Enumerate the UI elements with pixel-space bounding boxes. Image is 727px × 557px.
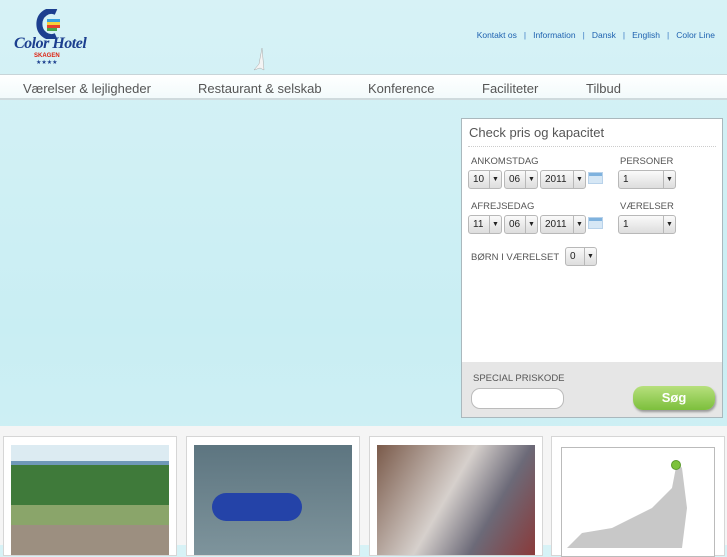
hotel-aerial-image	[11, 445, 169, 555]
map-jutland-icon	[567, 460, 687, 548]
arrival-day-value: 10	[473, 174, 485, 185]
feature-card-map[interactable]	[551, 436, 725, 557]
jetski-image	[194, 445, 352, 555]
jetski-shape	[212, 493, 302, 521]
persons-value: 1	[623, 174, 629, 185]
departure-label: AFREJSEDAG	[471, 201, 535, 212]
arrival-year-value: 2011	[545, 174, 567, 185]
nav-item-restaurant[interactable]: Restaurant & selskab	[198, 81, 322, 96]
arrival-month-value: 06	[509, 174, 521, 185]
link-information[interactable]: Information	[533, 30, 576, 40]
rooms-label: VÆRELSER	[620, 201, 674, 212]
departure-year-value: 2011	[545, 219, 567, 230]
promo-code-label: SPECIAL PRISKODE	[473, 373, 565, 384]
rooms-select[interactable]: 1 ▼	[618, 215, 676, 234]
chevron-down-icon: ▼	[573, 216, 585, 233]
chevron-down-icon: ▼	[489, 171, 501, 188]
chevron-down-icon: ▼	[525, 171, 537, 188]
search-button[interactable]: Søg	[633, 386, 715, 410]
top-links: Kontakt os | Information | Dansk | English |…	[476, 30, 715, 40]
chevron-down-icon: ▼	[663, 216, 675, 233]
nav-item-rooms[interactable]: Værelser & lejligheder	[23, 81, 151, 96]
departure-month-value: 06	[509, 219, 521, 230]
rooms-value: 1	[623, 219, 629, 230]
link-dansk[interactable]: Dansk	[592, 30, 616, 40]
chevron-down-icon: ▼	[573, 171, 585, 188]
promo-code-input[interactable]	[471, 388, 564, 409]
nav-item-offers[interactable]: Tilbud	[586, 81, 621, 96]
persons-label: PERSONER	[620, 156, 674, 167]
map-image	[561, 447, 715, 557]
calendar-icon[interactable]	[588, 217, 603, 229]
calendar-icon[interactable]	[588, 172, 603, 184]
link-english[interactable]: English	[632, 30, 660, 40]
main-nav: Værelser & lejligheder Restaurant & sels…	[0, 74, 727, 100]
chevron-down-icon: ▼	[525, 216, 537, 233]
logo-stars: ★★★★	[36, 60, 58, 66]
children-label: BØRN I VÆRELSET	[471, 252, 560, 263]
link-kontakt[interactable]: Kontakt os	[477, 30, 517, 40]
chevron-down-icon: ▼	[489, 216, 501, 233]
departure-day-value: 11	[473, 219, 484, 230]
chevron-down-icon: ▼	[584, 248, 596, 265]
seagull-image	[253, 47, 265, 71]
logo-text: Color Hotel	[14, 35, 87, 52]
chevron-down-icon: ▼	[663, 171, 675, 188]
departure-year-select[interactable]: 2011 ▼	[540, 215, 586, 234]
nav-item-conference[interactable]: Konference	[368, 81, 435, 96]
link-color-line[interactable]: Color Line	[676, 30, 715, 40]
feature-card-restaurant[interactable]	[369, 436, 543, 556]
arrival-day-select[interactable]: 10 ▼	[468, 170, 502, 189]
divider	[468, 146, 716, 147]
arrival-year-select[interactable]: 2011 ▼	[540, 170, 586, 189]
persons-select[interactable]: 1 ▼	[618, 170, 676, 189]
arrival-month-select[interactable]: 06 ▼	[504, 170, 538, 189]
departure-day-select[interactable]: 11 ▼	[468, 215, 502, 234]
nav-item-facilities[interactable]: Faciliteter	[482, 81, 538, 96]
booking-panel: Check pris og kapacitet ANKOMSTDAG 10 ▼ 0…	[461, 118, 723, 418]
booking-title: Check pris og kapacitet	[469, 125, 605, 140]
promo-section: SPECIAL PRISKODE Søg	[462, 362, 722, 417]
arrival-label: ANKOMSTDAG	[471, 156, 539, 167]
feature-card-hotel[interactable]	[3, 436, 177, 556]
children-value: 0	[570, 251, 576, 262]
departure-month-select[interactable]: 06 ▼	[504, 215, 538, 234]
feature-card-activities[interactable]	[186, 436, 360, 556]
children-select[interactable]: 0 ▼	[565, 247, 597, 266]
toast-image	[377, 445, 535, 555]
